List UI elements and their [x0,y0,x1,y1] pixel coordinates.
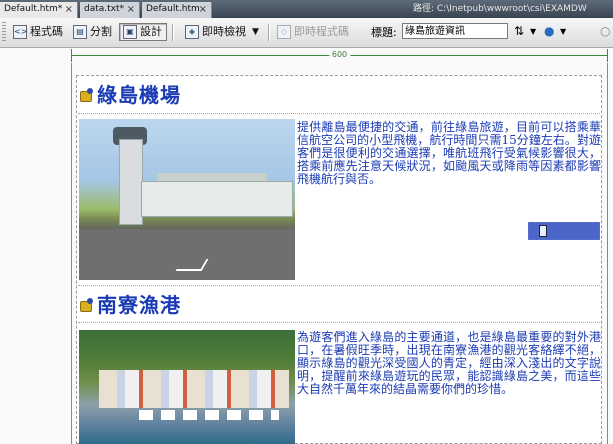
chevron-down-icon[interactable]: ▼ [560,27,566,36]
split-view-label: 分割 [90,25,112,38]
map-pin-icon [80,297,94,312]
code-view-button[interactable]: <> 程式碼 [10,23,67,41]
live-view-button[interactable]: ◈ 即時檢視 [182,23,250,41]
tab-default-htm-modified[interactable]: Default.htm* × [0,2,78,18]
ruler-right-tick [607,49,608,62]
section-title-harbor: 南寮漁港 [80,289,181,318]
design-view-button[interactable]: ▣ 設計 [119,23,167,41]
toolbar-separator [172,24,174,41]
file-path: 路徑: C:\Inetpub\wwwroot\csi\EXAMDW [413,4,587,14]
tab-default-htm[interactable]: Default.htm × [142,2,212,18]
section-divider [78,322,600,323]
image-link-button[interactable] [528,222,600,240]
live-code-label: 即時程式碼 [294,25,349,38]
section-divider [78,113,600,114]
split-view-button[interactable]: ▤ 分割 [70,23,116,41]
tab-label: data.txt* [84,4,125,14]
road [79,229,295,280]
file-management-icon[interactable]: ⇅ [514,24,524,38]
split-view-icon: ▤ [73,25,87,39]
tab-label: Default.htm* [4,4,63,14]
airport-photo [79,119,295,280]
code-view-label: 程式碼 [30,25,63,38]
tab-label: Default.htm [146,4,200,14]
harbor-boats [139,410,279,420]
ruler-left-tick [71,49,72,62]
code-view-icon: <> [13,25,27,39]
harbor-buildings [99,370,289,408]
live-code-icon: ◇ [277,25,291,39]
map-pin-icon [80,87,94,102]
design-view-label: 設計 [140,25,162,38]
toolbar-grip[interactable] [2,22,6,43]
live-view-icon: ◈ [185,25,199,39]
harbor-photo [79,330,295,444]
harbor-description: 為遊客們進入綠島的主要通道，也是綠島最重要的對外港口，在暑假旺季時，出現在南寮漁… [297,330,601,396]
section-title-text: 南寮漁港 [97,293,181,317]
page-title-input[interactable]: 綠島旅遊資訊 [402,23,508,39]
table-width-label: 600 [328,49,351,60]
document-toolbar: <> 程式碼 ▤ 分割 ▣ 設計 ◈ 即時檢視 ▼ ◇ 即時程式碼 標題: 綠島… [0,18,613,48]
close-icon[interactable]: × [199,2,207,17]
design-view-icon: ▣ [123,25,137,39]
browser-preview-icon[interactable]: ● [544,24,554,38]
airport-description: 提供離島最便捷的交通，前往綠島旅遊，目前可以搭乘華信航空公司的小型飛機，航行時間… [297,120,601,186]
terminal-building [141,181,293,217]
section-title-airport: 綠島機場 [80,79,181,108]
title-label: 標題: [371,26,397,39]
document-tab-bar: Default.htm* × data.txt* × Default.htm ×… [0,0,613,18]
tab-data-txt[interactable]: data.txt* × [80,2,140,18]
live-code-button[interactable]: ◇ 即時程式碼 [274,23,353,41]
toolbar-separator [268,24,270,41]
close-icon[interactable]: × [65,2,73,17]
control-tower [119,139,143,225]
image-placeholder-icon [539,225,547,237]
section-divider [78,285,600,286]
chevron-down-icon[interactable]: ▼ [530,27,536,36]
section-title-text: 綠島機場 [97,83,181,107]
live-view-label: 即時檢視 [202,25,246,38]
live-view-dropdown[interactable]: ▼ [252,23,266,41]
chevron-down-icon: ▼ [252,27,259,37]
refresh-icon[interactable]: ○ [600,24,610,38]
close-icon[interactable]: × [127,2,135,17]
table-width-ruler: 600 [71,49,608,62]
